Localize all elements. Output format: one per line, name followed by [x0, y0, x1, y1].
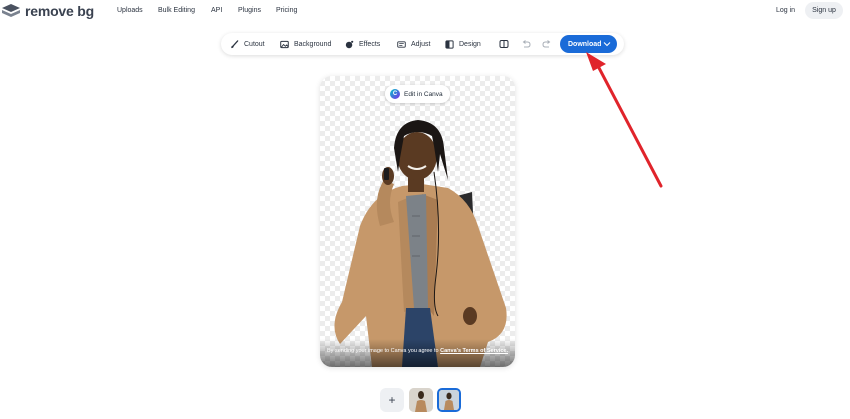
thumbnail-cutout-selected[interactable]	[437, 388, 461, 412]
image-preview: C Edit in Canva By sending your image to…	[320, 76, 515, 367]
cutout-image	[334, 120, 507, 367]
tool-label: Design	[459, 40, 481, 48]
tool-label: Adjust	[411, 40, 431, 48]
canva-terms-notice: By sending your image to Canva you agree…	[320, 339, 515, 367]
tool-label: Background	[294, 40, 332, 48]
brush-icon	[231, 39, 239, 48]
nav-link-pricing[interactable]: Pricing	[276, 7, 297, 14]
nav-link-uploads[interactable]: Uploads	[117, 7, 143, 14]
chevron-down-icon[interactable]	[603, 40, 611, 48]
tool-design[interactable]: Design	[445, 33, 481, 55]
tool-label: Effects	[359, 40, 381, 48]
tool-cutout[interactable]: Cutout	[230, 33, 265, 55]
undo-icon	[522, 40, 531, 48]
thumbnail-original[interactable]	[409, 388, 433, 412]
top-nav: remove bg Uploads Bulk Editing API Plugi…	[0, 0, 850, 22]
logo-text: remove bg	[25, 3, 94, 19]
tool-effects[interactable]: Effects	[345, 33, 380, 55]
compare-button[interactable]	[498, 38, 510, 50]
redo-button[interactable]	[541, 38, 553, 50]
undo-button[interactable]	[520, 38, 532, 50]
tool-label: Cutout	[244, 40, 265, 48]
image-icon	[280, 40, 289, 48]
thumbnail-image	[409, 388, 433, 412]
adjust-icon	[397, 40, 406, 48]
thumbnail-image	[439, 390, 459, 410]
download-button[interactable]: Download	[560, 35, 617, 53]
terms-text: By sending your image to Canva you agree…	[327, 348, 441, 354]
tool-adjust[interactable]: Adjust	[397, 33, 430, 55]
tool-background[interactable]: Background	[280, 33, 331, 55]
redo-icon	[542, 40, 551, 48]
edit-in-canva-button[interactable]: C Edit in Canva	[385, 85, 450, 103]
edit-in-canva-label: Edit in Canva	[404, 90, 443, 98]
nav-link-plugins[interactable]: Plugins	[238, 7, 261, 14]
logo-icon	[2, 4, 20, 17]
logo[interactable]: remove bg	[2, 3, 94, 19]
login-link[interactable]: Log in	[776, 7, 795, 14]
nav-link-bulk-editing[interactable]: Bulk Editing	[158, 7, 195, 14]
download-label: Download	[568, 40, 602, 48]
effects-icon	[345, 40, 354, 48]
add-image-button[interactable]: +	[380, 388, 404, 412]
canva-logo-icon: C	[390, 89, 400, 99]
terms-link[interactable]: Canva's Terms of Service.	[440, 348, 508, 354]
compare-icon	[499, 40, 509, 48]
design-icon	[445, 39, 454, 49]
editor-toolbar: Cutout Background Effects Adjust Design	[221, 33, 624, 55]
signup-button[interactable]: Sign up	[805, 2, 843, 19]
nav-link-api[interactable]: API	[211, 7, 222, 14]
